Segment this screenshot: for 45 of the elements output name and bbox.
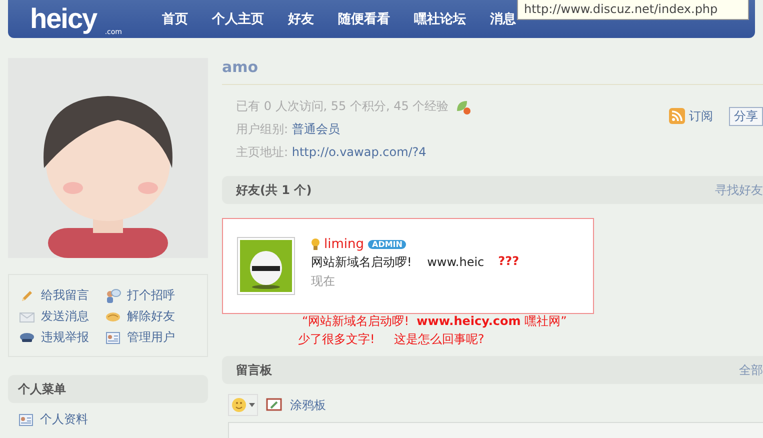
status-text: 网站新域名启动啰! www.heic [311,254,484,271]
emoji-button[interactable] [228,394,258,416]
logo-text[interactable]: heicy [30,4,97,34]
id-card-icon [18,412,34,428]
menu-link[interactable]: 个人资料 [40,411,88,428]
stats-text: 已有 0 人次访问, 55 个积分, 45 个经验 [236,98,449,115]
rss-icon[interactable] [669,108,685,124]
caret-icon [249,403,255,407]
homepage-link[interactable]: http://o.vawap.com/?4 [292,145,426,159]
nav-link[interactable]: 个人主页 [200,10,276,28]
find-friends-link[interactable]: 寻找好友 [715,182,763,198]
leaf-icon [454,98,471,114]
easel-icon[interactable] [266,397,282,413]
action-link[interactable]: 发送消息 [41,308,89,325]
smiley-icon [231,397,247,413]
chat-icon [105,288,121,304]
menu-header: 个人菜单 [8,375,208,403]
annotation-text: 少了很多文字! 这是怎么回事呢? [298,331,486,348]
action-link[interactable]: 打个招呼 [127,287,175,304]
time-text: 现在 [311,273,336,290]
question-marks: ??? [498,254,520,270]
url-tooltip: http://www.discuz.net/index.php [517,0,749,20]
action-link[interactable]: 管理用户 [127,329,175,346]
share-button[interactable]: 分享 [729,106,763,126]
id-card-icon [105,330,121,346]
action-link[interactable]: 给我留言 [41,287,89,304]
graffiti-link[interactable]: 涂鸦板 [290,396,326,414]
friend-name[interactable]: liming [324,237,364,252]
subscribe-link[interactable]: 订阅 [689,108,713,124]
section-title: 留言板 [236,362,272,378]
action-link[interactable]: 解除好友 [127,308,175,325]
bulb-icon [311,238,320,251]
group-link[interactable]: 普通会员 [292,122,340,136]
field-label: 主页地址: [236,145,288,159]
action-link[interactable]: 违规举报 [41,329,89,346]
nav-link[interactable]: 首页 [150,10,200,28]
section-title: 好友(共 1 个) [236,182,312,198]
admin-badge: ADMIN [368,240,406,249]
nav-link[interactable]: 随便看看 [326,10,402,28]
nav-link[interactable]: 好友 [276,10,326,28]
profile-name: amo [222,58,763,85]
nav-link[interactable]: 嘿社论坛 [402,10,478,28]
field-label: 用户组别: [236,122,288,136]
view-all-link[interactable]: 全部 [739,362,763,378]
annotation-text: “网站新域名启动啰! www.heicy.com 嘿社网” [302,313,568,330]
